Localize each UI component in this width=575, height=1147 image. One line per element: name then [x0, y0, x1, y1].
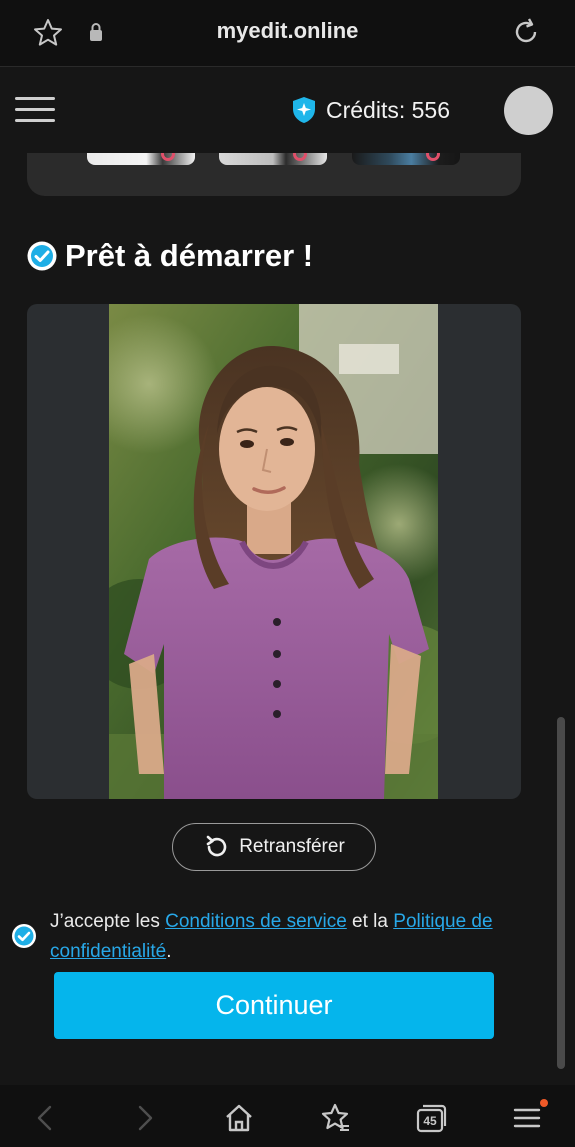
- credits-label: Crédits: 556: [326, 96, 451, 123]
- sample-thumbnail[interactable]: [219, 153, 327, 165]
- terms-of-service-link[interactable]: Conditions de service: [165, 911, 347, 932]
- home-icon[interactable]: [223, 1102, 255, 1134]
- terms-checkbox[interactable]: [11, 923, 37, 949]
- sample-thumbnails-panel: [27, 153, 521, 196]
- browser-bottom-nav: 45: [0, 1085, 575, 1147]
- ready-heading: Prêt à démarrer !: [26, 238, 313, 274]
- rotate-ccw-icon: [206, 835, 227, 857]
- avatar[interactable]: [504, 86, 553, 135]
- forward-arrow-icon[interactable]: [128, 1102, 160, 1134]
- tabs-icon[interactable]: 45: [415, 1102, 447, 1134]
- sample-thumbnail[interactable]: [352, 153, 460, 165]
- notification-dot: [540, 1099, 548, 1107]
- address-url[interactable]: myedit.online: [0, 18, 575, 44]
- hamburger-menu-icon[interactable]: [15, 97, 57, 123]
- terms-suffix: .: [166, 941, 172, 962]
- tabs-count: 45: [423, 1114, 437, 1128]
- terms-text: J’accepte les Conditions de service et l…: [50, 907, 545, 967]
- scrollbar[interactable]: [557, 717, 565, 1069]
- bookmarks-star-icon[interactable]: [319, 1102, 351, 1134]
- sample-thumbnail[interactable]: [87, 153, 195, 165]
- ready-title: Prêt à démarrer !: [65, 238, 314, 273]
- continue-label: Continuer: [215, 990, 333, 1020]
- credits-display[interactable]: Crédits: 556: [291, 95, 450, 125]
- credits-shield-icon: [293, 97, 315, 123]
- terms-agreement: J’accepte les Conditions de service et l…: [0, 905, 575, 965]
- uploaded-photo: [109, 304, 438, 799]
- check-circle-icon: [27, 241, 57, 271]
- continue-button[interactable]: Continuer: [54, 972, 494, 1039]
- terms-middle: et la: [346, 911, 394, 932]
- image-preview: [27, 304, 521, 799]
- terms-prefix: J’accepte les: [50, 911, 166, 932]
- reload-icon[interactable]: [510, 16, 542, 48]
- menu-icon[interactable]: [511, 1102, 543, 1134]
- reupload-button[interactable]: Retransférer: [172, 823, 376, 871]
- back-arrow-icon[interactable]: [30, 1102, 62, 1134]
- app-header: Crédits: 556: [0, 67, 575, 153]
- reupload-label: Retransférer: [239, 836, 345, 857]
- browser-address-bar: myedit.online: [0, 0, 575, 67]
